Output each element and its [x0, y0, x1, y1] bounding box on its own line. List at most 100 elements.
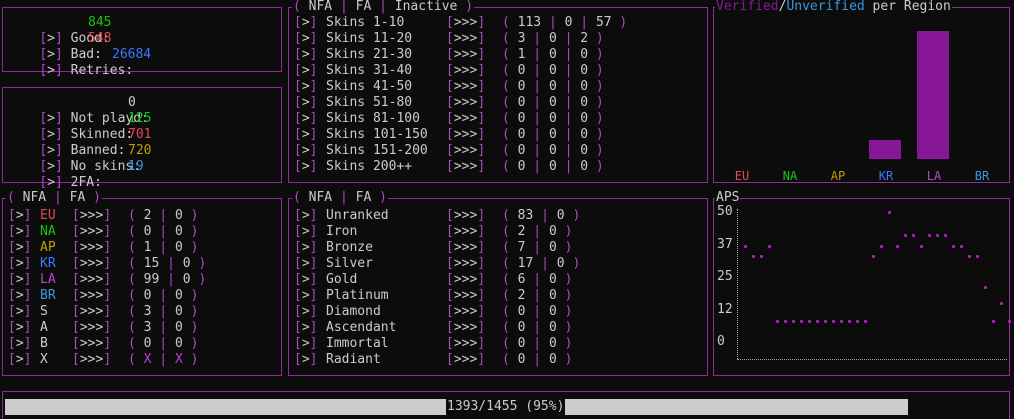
cell-value: 0 [174, 288, 183, 303]
region-bar-label-br: BR [974, 169, 990, 183]
rank-row-label: Diamond [326, 304, 381, 319]
skins-row-label: Skins 81-100 [326, 111, 420, 126]
aps-point [992, 320, 995, 323]
cell-value: 0 [548, 224, 557, 239]
region-row: [>] AP [>>>]( 1 | 0 ) [8, 240, 199, 255]
cell-value: 0 [556, 256, 565, 271]
progress-text: 1393/1455 (95%) [446, 399, 566, 415]
region-row: [>] S [>>>]( 3 | 0 ) [8, 304, 199, 319]
cell-value: 0 [548, 304, 557, 319]
twofa-value: 19 [128, 159, 144, 174]
rank-row: [>] Iron [>>>]( 2 | 0 ) [294, 224, 573, 239]
aps-point [888, 211, 891, 214]
aps-point [752, 255, 755, 258]
cell-value: 0 [548, 288, 557, 303]
cell-value: 0 [548, 63, 557, 78]
cell-value: 0 [580, 127, 589, 142]
skins-row: [>] Skins 51-80 [>>>]( 0 | 0 | 0 ) [294, 95, 604, 110]
not-played-row: [>] Not playd: 0 [39, 95, 149, 126]
aps-point [960, 245, 963, 248]
aps-point [760, 255, 763, 258]
aps-point [952, 245, 955, 248]
cell-value: 99 [143, 272, 160, 287]
skins-row: [>] Skins 11-20 [>>>]( 3 | 0 | 2 ) [294, 31, 604, 46]
good-value: 845 [88, 15, 112, 30]
skins-row-label: Skins 1-10 [326, 15, 405, 30]
aps-y-axis [737, 209, 739, 359]
stats-panel: [>] Good: 845 [>] Bad: 548 [>] Retries: … [2, 7, 282, 78]
skins-row: [>] Skins 151-200 [>>>]( 0 | 0 | 0 ) [294, 143, 604, 158]
rank-row-label: Silver [326, 256, 373, 271]
rank-row-label: Gold [326, 272, 358, 287]
rank-row: [>] Immortal [>>>]( 0 | 0 ) [294, 336, 573, 351]
skins-row: [>] Skins 21-30 [>>>]( 1 | 0 | 0 ) [294, 47, 604, 62]
aps-point [896, 245, 899, 248]
skinned-value: 125 [128, 111, 152, 126]
cell-value: 0 [580, 143, 589, 158]
aps-point [976, 255, 979, 258]
aps-point [1000, 302, 1003, 305]
aps-point [920, 245, 923, 248]
cell-value: 0 [580, 159, 589, 174]
aps-point [800, 320, 803, 323]
cell-value: 0 [580, 63, 589, 78]
no-skins-row: [>] No skins: 720 [39, 143, 152, 174]
skins-panel-title: ( NFA | FA | Inactive ) [292, 0, 475, 15]
aps-point [784, 320, 787, 323]
rank-row: [>] Gold [>>>]( 6 | 0 ) [294, 272, 573, 287]
skinned-row: [>] Skinned: 125 [39, 111, 152, 142]
skins-row-label: Skins 200++ [326, 159, 413, 174]
twofa-row: [>] 2FA: 19 [39, 159, 144, 190]
aps-point [856, 320, 859, 323]
region-row: [>] A [>>>]( 3 | 0 ) [8, 320, 199, 335]
skins-row: [>] Skins 41-50 [>>>]( 0 | 0 | 0 ) [294, 79, 604, 94]
cell-value: 83 [517, 208, 534, 223]
cell-value: 0 [580, 47, 589, 62]
cell-value: 0 [174, 320, 183, 335]
aps-point [880, 245, 883, 248]
rank-panel: ( NFA | FA ) [>] Unranked [>>>]( 83 | 0 )[… [288, 190, 708, 376]
skins-row: [>] Skins 200++ [>>>]( 0 | 0 | 0 ) [294, 159, 604, 174]
cell-value: 2 [580, 31, 589, 46]
region-row-label: B [40, 336, 48, 351]
aps-y-tick: 25 [717, 269, 733, 284]
aps-point [872, 255, 875, 258]
rank-row: [>] Silver [>>>]( 17 | 0 ) [294, 256, 581, 271]
cell-value: 0 [580, 79, 589, 94]
aps-y-tick: 37 [717, 236, 733, 252]
cell-value: 0 [580, 95, 589, 110]
region-row: [>] BR [>>>]( 0 | 0 ) [8, 288, 199, 303]
region-row-label: X [40, 352, 48, 367]
skins-row-label: Skins 151-200 [326, 143, 428, 158]
cell-value: 0 [182, 272, 191, 287]
aps-y-tick: 0 [717, 334, 725, 349]
aps-point [792, 320, 795, 323]
region-row: [>] LA [>>>]( 99 | 0 ) [8, 272, 207, 287]
aps-x-axis [737, 359, 1007, 361]
cell-value: 57 [595, 15, 612, 30]
cell-value: 0 [580, 111, 589, 126]
aps-point [776, 320, 779, 323]
aps-y-tick: 12 [717, 301, 733, 317]
region-row-label: S [40, 304, 48, 319]
region-row: [>] KR [>>>]( 15 | 0 ) [8, 256, 207, 271]
skins-row: [>] Skins 101-150 [>>>]( 0 | 0 | 0 ) [294, 127, 604, 142]
rank-row: [>] Radiant [>>>]( 0 | 0 ) [294, 352, 573, 367]
aps-point [744, 245, 747, 248]
cell-value: 0 [548, 95, 557, 110]
rank-row-label: Iron [326, 224, 358, 239]
rank-row-label: Radiant [326, 352, 381, 367]
aps-point [808, 320, 811, 323]
cell-value: 0 [548, 159, 557, 174]
cell-value: 0 [548, 336, 557, 351]
cell-value: 113 [517, 15, 542, 30]
twofa-label: 2FA: [70, 175, 102, 190]
aps-point [968, 255, 971, 258]
cell-value: 0 [174, 224, 183, 239]
cell-value: 0 [548, 127, 557, 142]
bad-row: [>] Bad: 548 [39, 31, 112, 62]
aps-point [936, 234, 939, 237]
region-bar-label-ap: AP [830, 169, 846, 183]
aps-point [832, 320, 835, 323]
skins-row-label: Skins 51-80 [326, 95, 413, 110]
